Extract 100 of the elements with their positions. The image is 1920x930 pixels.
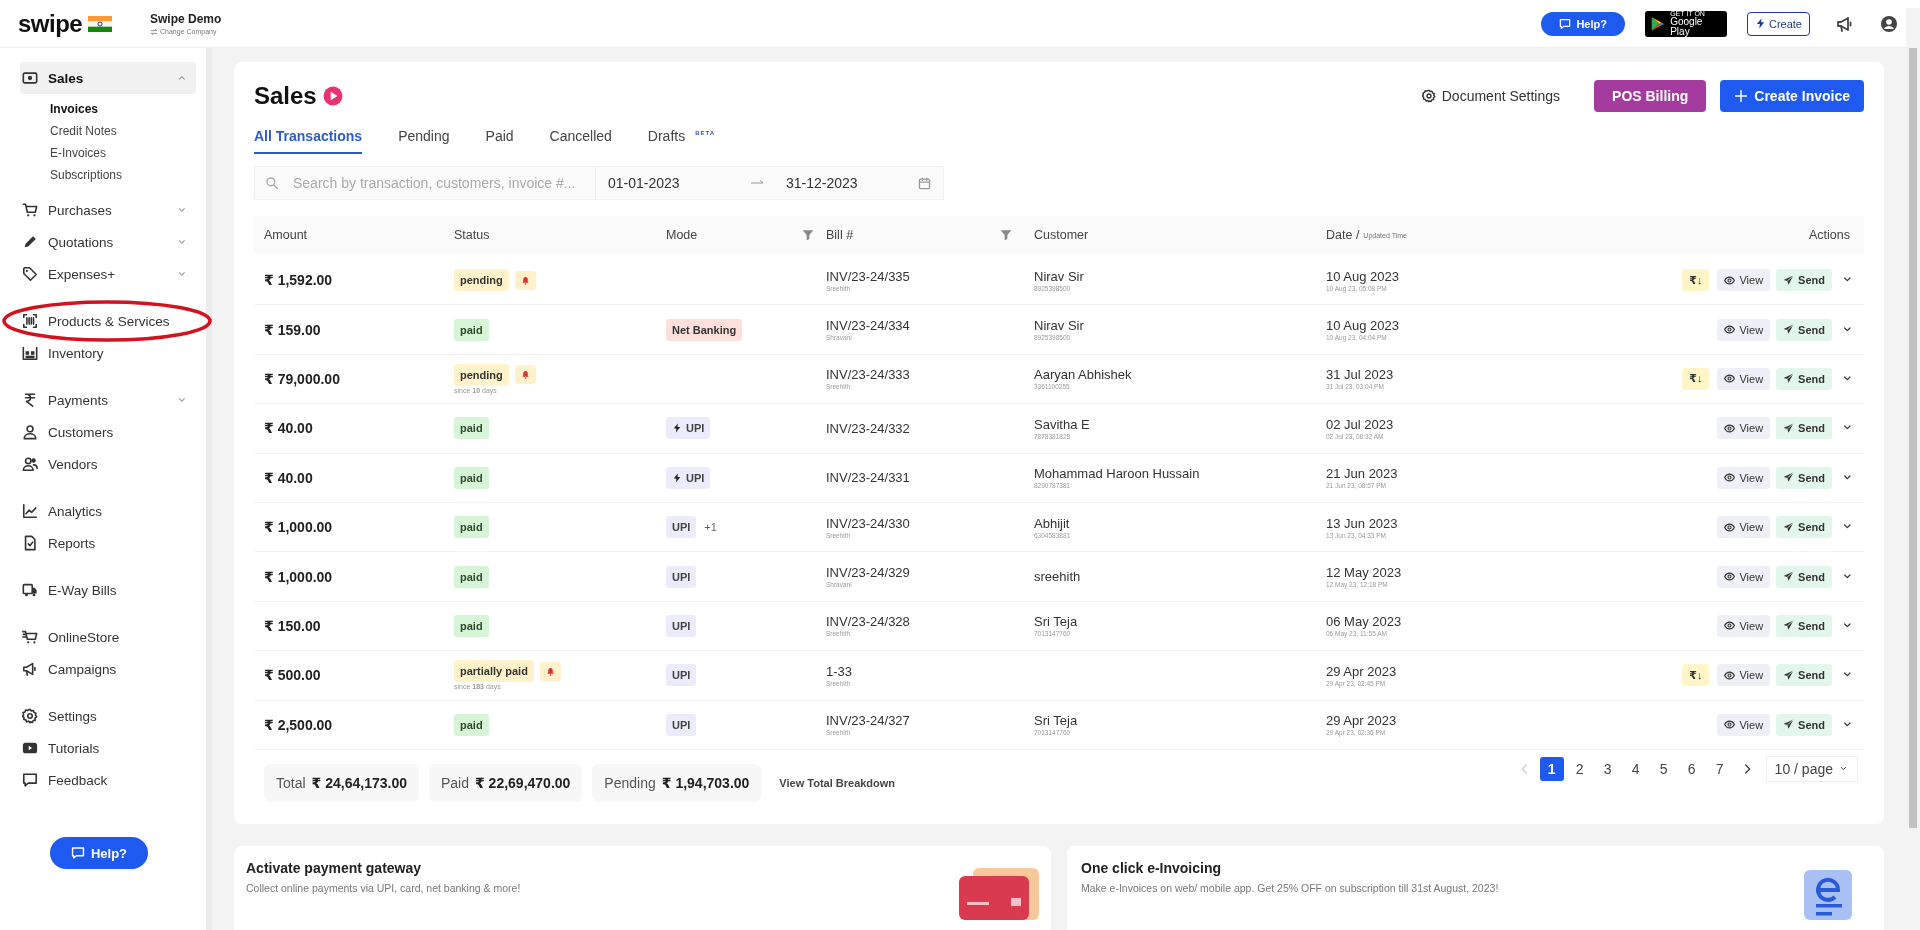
sidebar-item[interactable]: Reports (20, 527, 196, 559)
play-icon[interactable] (322, 86, 343, 106)
sidebar-subitem[interactable]: Invoices (50, 98, 196, 120)
status-badge: paid (454, 565, 489, 588)
page-button[interactable]: 1 (1539, 756, 1564, 781)
sidebar-item[interactable]: Expenses+ (20, 258, 196, 290)
payment-mode-badge: UPI (666, 614, 697, 637)
sidebar-item[interactable]: E-Way Bills (20, 574, 196, 606)
sidebar-subitem[interactable]: Credit Notes (50, 120, 196, 142)
sidebar-item[interactable]: OnlineStore (20, 621, 196, 653)
create-invoice-button[interactable]: Create Invoice (1720, 80, 1864, 112)
send-button[interactable]: Send (1776, 614, 1832, 637)
tab[interactable]: Pending (398, 122, 450, 154)
status-badge: paid (454, 318, 489, 341)
sidebar-item[interactable]: Customers (20, 416, 196, 448)
view-button[interactable]: View (1717, 466, 1771, 489)
column-header: Actions (1809, 228, 1850, 242)
page-button[interactable]: 5 (1651, 756, 1676, 781)
sidebar-item[interactable]: Settings (20, 700, 196, 732)
truck-icon (22, 582, 38, 598)
search-field[interactable]: Search by transaction, customers, invoice #... (254, 166, 596, 200)
send-button[interactable]: Send (1776, 516, 1832, 539)
sidebar-item[interactable]: Purchases (20, 194, 196, 226)
settings-icon (1421, 89, 1436, 103)
amount: ₹ 150.00 (264, 617, 321, 634)
send-button[interactable]: Send (1776, 713, 1832, 736)
column-header: Date / (1326, 228, 1360, 242)
barcode-icon (22, 313, 38, 329)
sidebar-subitem[interactable]: E-Invoices (50, 142, 196, 164)
filter-icon[interactable] (802, 229, 814, 241)
remind-button[interactable]: ₹↓ (1682, 269, 1710, 292)
tag-icon (22, 266, 38, 282)
page-button[interactable]: 2 (1567, 756, 1592, 781)
eye-icon (1724, 373, 1736, 385)
sidebar-item[interactable]: Sales (20, 62, 196, 94)
document-settings-button[interactable]: Document Settings (1415, 87, 1567, 105)
bell-icon (520, 370, 530, 380)
view-button[interactable]: View (1717, 614, 1771, 637)
page-button[interactable]: 3 (1595, 756, 1620, 781)
view-button[interactable]: View (1717, 565, 1771, 588)
send-button[interactable]: Send (1776, 466, 1832, 489)
remind-button[interactable]: ₹↓ (1682, 664, 1710, 687)
sidebar-item[interactable]: Vendors (20, 448, 196, 480)
swap-icon (150, 27, 158, 36)
pos-billing-button[interactable]: POS Billing (1594, 80, 1707, 112)
column-header: Status (454, 228, 490, 242)
create-button[interactable]: Create (1746, 11, 1810, 36)
view-button[interactable]: View (1717, 417, 1771, 440)
page-button[interactable]: 4 (1623, 756, 1648, 781)
customer-name: sreehith (1034, 569, 1081, 585)
send-button[interactable]: Send (1776, 318, 1832, 341)
send-button[interactable]: Send (1776, 417, 1832, 440)
page-button[interactable]: 7 (1707, 756, 1732, 781)
tab[interactable]: All Transactions (254, 122, 363, 154)
view-button[interactable]: View (1717, 318, 1771, 341)
sidebar-item[interactable]: Feedback (20, 764, 196, 796)
view-button[interactable]: View (1717, 367, 1771, 390)
sidebar-item[interactable]: Quotations (20, 226, 196, 258)
view-button[interactable]: View (1717, 516, 1771, 539)
sidebar-item[interactable]: Payments (20, 384, 196, 416)
sidebar-item[interactable]: Campaigns (20, 653, 196, 685)
filter-icon[interactable] (1000, 229, 1012, 241)
tab[interactable]: Cancelled (549, 122, 612, 154)
megaphone-icon[interactable] (1836, 14, 1854, 33)
date-range-field[interactable]: 01-01-2023 31-12-2023 (596, 166, 944, 200)
send-icon (1783, 373, 1795, 385)
status-badge: pending (454, 269, 509, 292)
flag-icon (88, 15, 113, 32)
help-button[interactable]: Help? (1541, 11, 1625, 36)
remind-button[interactable]: ₹↓ (1682, 367, 1710, 390)
send-button[interactable]: Send (1776, 367, 1832, 390)
send-button[interactable]: Send (1776, 565, 1832, 588)
sidebar-subitem[interactable]: Subscriptions (50, 164, 196, 186)
e-invoice-drawing (1802, 867, 1854, 920)
send-button[interactable]: Send (1776, 664, 1832, 687)
page-size-select[interactable]: 10 / page (1765, 755, 1858, 782)
send-icon (1783, 669, 1795, 681)
send-icon (1783, 620, 1795, 632)
page-button[interactable]: 6 (1679, 756, 1704, 781)
sidebar-item[interactable]: Tutorials (20, 732, 196, 764)
total-summary: Total ₹ 24,64,173.00 (264, 763, 419, 802)
tab[interactable]: Paid (485, 122, 514, 154)
breakdown-link[interactable]: View Total Breakdown (779, 776, 896, 789)
column-header: Amount (264, 228, 308, 242)
sidebar-item[interactable]: Analytics (20, 495, 196, 527)
sidebar-item[interactable]: Inventory (20, 337, 196, 369)
account-icon[interactable] (1880, 14, 1898, 33)
customer-name: Mohammad Haroon Hussain (1034, 466, 1200, 482)
bill-number: INV/23-24/332 (826, 420, 910, 436)
view-button[interactable]: View (1717, 713, 1771, 736)
document-icon (22, 535, 38, 551)
customer-name: Nirav Sir (1034, 318, 1084, 334)
promo-title: Activate payment gateway (246, 859, 423, 876)
tab[interactable]: Drafts $^{BETA}$ (647, 122, 716, 154)
send-button[interactable]: Send (1776, 269, 1832, 292)
amount: ₹ 500.00 (264, 667, 321, 684)
eye-icon (1724, 324, 1736, 336)
view-button[interactable]: View (1717, 269, 1771, 292)
view-button[interactable]: View (1717, 664, 1771, 687)
help-button[interactable]: Help? (50, 837, 148, 869)
